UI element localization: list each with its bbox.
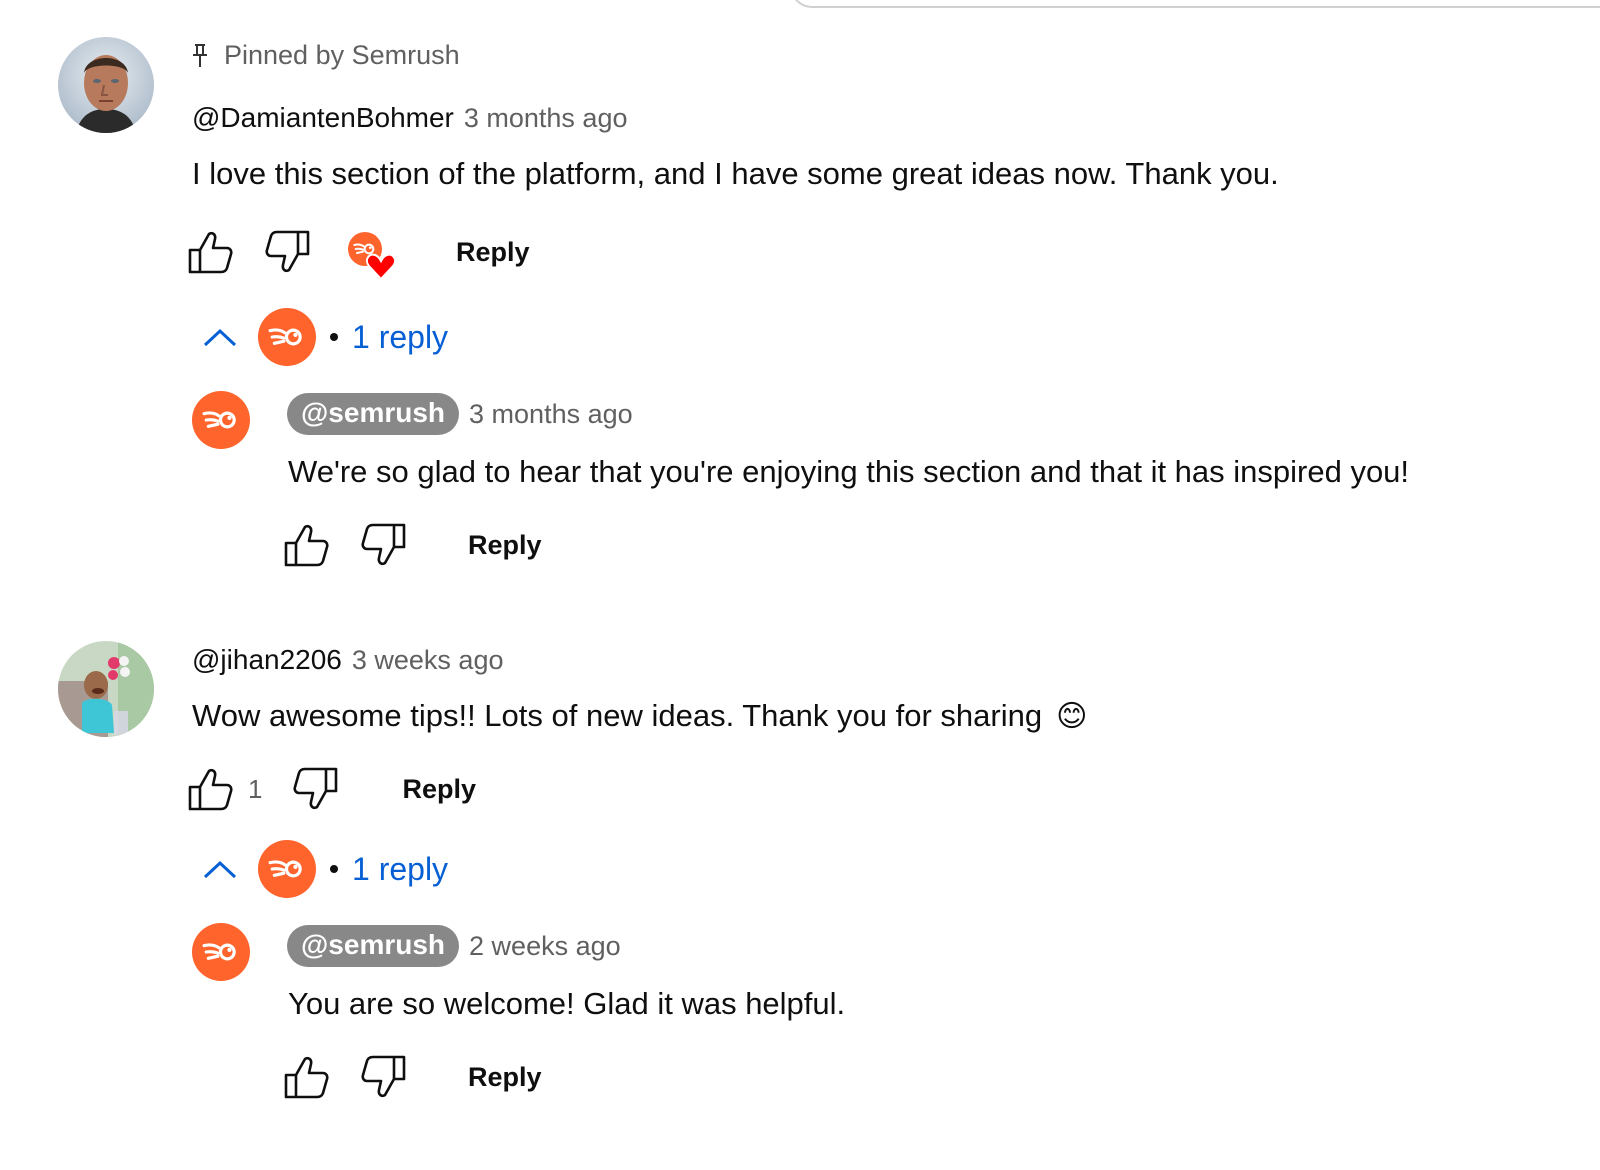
avatar-child-image — [58, 641, 154, 737]
reply-button[interactable]: Reply — [456, 237, 530, 268]
avatar[interactable] — [192, 923, 250, 981]
dislike-button[interactable] — [360, 521, 408, 569]
avatar[interactable] — [58, 37, 154, 133]
replies-toggle[interactable]: 1 reply — [200, 308, 448, 366]
reply-button[interactable]: Reply — [402, 774, 476, 805]
reply-time[interactable]: 3 months ago — [469, 399, 633, 430]
creator-author-chip[interactable]: @semrush — [287, 925, 460, 967]
comment-author[interactable]: @DamiantenBohmer — [192, 102, 454, 134]
avatar[interactable] — [58, 641, 154, 737]
reply-button[interactable]: Reply — [468, 1062, 542, 1093]
reply-button[interactable]: Reply — [468, 530, 542, 561]
chevron-up-icon — [203, 860, 237, 879]
dislike-button[interactable] — [360, 1053, 408, 1101]
smiling-face-emoji-icon: 😊 — [1056, 699, 1088, 733]
thumbs-down-icon — [361, 523, 406, 566]
dislike-button[interactable] — [292, 765, 340, 813]
like-button[interactable] — [186, 765, 234, 813]
thumbs-up-icon — [188, 231, 233, 274]
thumbs-down-icon — [265, 230, 310, 273]
thumbs-down-icon — [293, 767, 338, 810]
creator-heart — [346, 228, 396, 280]
pin-icon — [193, 43, 207, 67]
reply-text: We're so glad to hear that you're enjoyi… — [288, 454, 1410, 489]
thumbs-down-icon — [361, 1055, 406, 1098]
reply-header: @semrush 2 weeks ago — [287, 925, 621, 967]
reply-header: @semrush 3 months ago — [287, 393, 633, 435]
chevron-up-icon — [203, 328, 237, 347]
comment-text-row: Wow awesome tips!! Lots of new ideas. Th… — [192, 698, 1087, 734]
reply-count-link[interactable]: 1 reply — [352, 319, 448, 356]
comment-text: Wow awesome tips!! Lots of new ideas. Th… — [192, 698, 1043, 733]
creator-author-chip[interactable]: @semrush — [287, 393, 460, 435]
reply-count-link[interactable]: 1 reply — [352, 851, 448, 888]
comment-author[interactable]: @jihan2206 — [192, 644, 342, 676]
dislike-button[interactable] — [264, 228, 312, 276]
top-box-edge — [790, 0, 1600, 8]
avatar[interactable] — [192, 391, 250, 449]
reply-actions: Reply — [282, 1053, 542, 1101]
thumbs-up-icon — [284, 1056, 329, 1099]
comment-time[interactable]: 3 months ago — [464, 103, 628, 134]
heart-icon — [366, 253, 396, 280]
comment-header: @DamiantenBohmer 3 months ago — [192, 102, 627, 134]
reply-actions: Reply — [282, 521, 542, 569]
comment-header: @jihan2206 3 weeks ago — [192, 644, 503, 676]
separator-dot — [330, 333, 338, 341]
separator-dot — [330, 865, 338, 873]
semrush-logo-icon — [258, 840, 316, 898]
avatar-man-image — [58, 37, 154, 133]
like-count: 1 — [248, 773, 263, 804]
like-button[interactable] — [282, 1053, 330, 1101]
semrush-logo-icon — [202, 943, 236, 961]
semrush-logo-icon — [202, 411, 236, 429]
comment-actions: Reply — [186, 228, 530, 280]
thumbs-up-icon — [188, 768, 233, 811]
reply-text: You are so welcome! Glad it was helpful. — [288, 986, 846, 1021]
like-button[interactable] — [186, 228, 234, 276]
comment-time[interactable]: 3 weeks ago — [352, 645, 504, 676]
pinned-label: Pinned by Semrush — [224, 40, 460, 70]
thumbs-up-icon — [284, 524, 329, 567]
like-button[interactable] — [282, 521, 330, 569]
pinned-indicator: Pinned by Semrush — [190, 40, 460, 71]
comment-text: I love this section of the platform, and… — [192, 156, 1279, 191]
reply-time[interactable]: 2 weeks ago — [469, 931, 621, 962]
semrush-logo-icon — [258, 308, 316, 366]
replies-toggle[interactable]: 1 reply — [200, 840, 448, 898]
comment-actions: 1 Reply — [186, 765, 476, 813]
